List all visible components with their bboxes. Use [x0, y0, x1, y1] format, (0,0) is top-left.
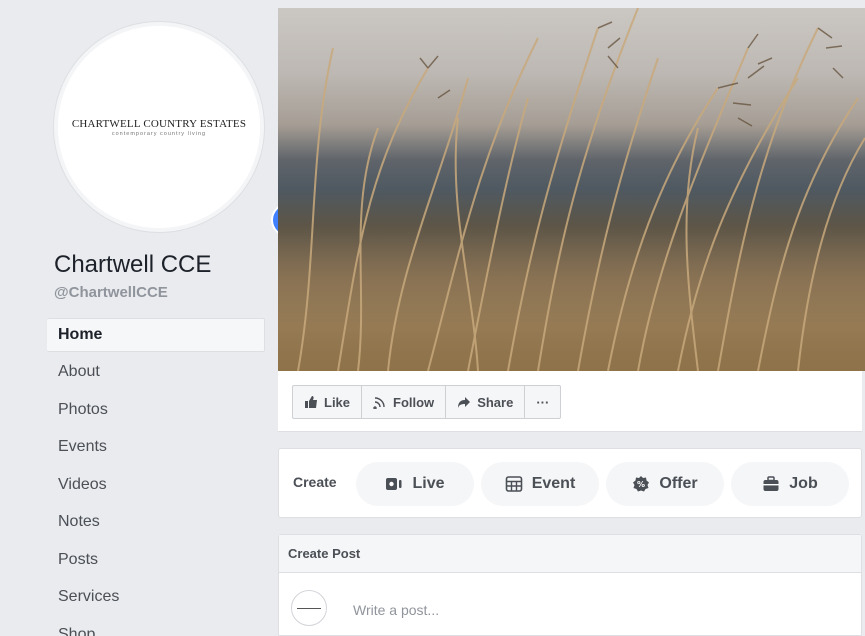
create-offer-button[interactable]: % Offer [606, 462, 724, 506]
briefcase-icon [763, 476, 779, 491]
nav-item-events[interactable]: Events [47, 430, 265, 468]
top-strip [0, 0, 865, 8]
page-title[interactable]: Chartwell CCE [54, 251, 211, 279]
rss-icon [373, 397, 385, 409]
svg-text:%: % [637, 480, 645, 489]
nav-item-services[interactable]: Services [47, 580, 265, 618]
action-button-group: Like Follow Share ··· [292, 385, 562, 419]
share-arrow-icon [458, 397, 471, 408]
create-post-header: Create Post [279, 535, 861, 573]
cover-photo[interactable] [278, 8, 865, 371]
more-options-button[interactable]: ··· [525, 386, 560, 418]
event-label: Event [531, 475, 576, 492]
grass-illustration [278, 8, 865, 371]
nav-item-photos[interactable]: Photos [47, 393, 265, 431]
page-username[interactable]: @ChartwellCCE [54, 284, 168, 301]
logo-subtitle: contemporary country living [111, 130, 207, 137]
nav-item-videos[interactable]: Videos [47, 468, 265, 506]
logo-title: CHARTWELL COUNTRY ESTATES [71, 117, 247, 130]
create-post-card: Create Post Write a post... [278, 534, 862, 636]
follow-label: Follow [393, 394, 435, 410]
like-label: Like [324, 394, 351, 410]
left-column: CHARTWELL COUNTRY ESTATES contemporary c… [0, 8, 305, 636]
nav-item-about[interactable]: About [47, 355, 265, 393]
nav-item-home[interactable]: Home [47, 318, 265, 352]
live-video-icon [386, 478, 402, 490]
profile-picture[interactable]: CHARTWELL COUNTRY ESTATES contemporary c… [54, 22, 305, 237]
create-job-button[interactable]: Job [731, 462, 849, 506]
profile-logo: CHARTWELL COUNTRY ESTATES contemporary c… [58, 26, 260, 228]
offer-badge-icon: % [633, 476, 650, 492]
share-label: Share [477, 394, 514, 410]
page-nav: Home About Photos Events Videos Notes Po… [47, 318, 265, 636]
calendar-icon [505, 476, 523, 492]
create-event-button[interactable]: Event [481, 462, 599, 506]
more-icon: ··· [536, 394, 550, 410]
live-label: Live [412, 475, 445, 492]
create-live-button[interactable]: Live [356, 462, 474, 506]
share-button[interactable]: Share [446, 386, 526, 418]
create-bar: Create Live Event % Offer Job [278, 448, 862, 518]
nav-item-shop[interactable]: Shop [47, 618, 265, 636]
like-button[interactable]: Like [293, 386, 363, 418]
job-label: Job [789, 475, 818, 492]
follow-button[interactable]: Follow [362, 386, 447, 418]
page-actions-bar: Like Follow Share ··· [278, 371, 862, 432]
nav-item-posts[interactable]: Posts [47, 543, 265, 581]
create-label: Create [293, 474, 337, 490]
offer-label: Offer [659, 475, 698, 492]
write-post-input[interactable]: Write a post... [353, 602, 439, 618]
thumbs-up-icon [305, 396, 317, 408]
post-avatar [291, 590, 327, 626]
nav-item-notes[interactable]: Notes [47, 505, 265, 543]
